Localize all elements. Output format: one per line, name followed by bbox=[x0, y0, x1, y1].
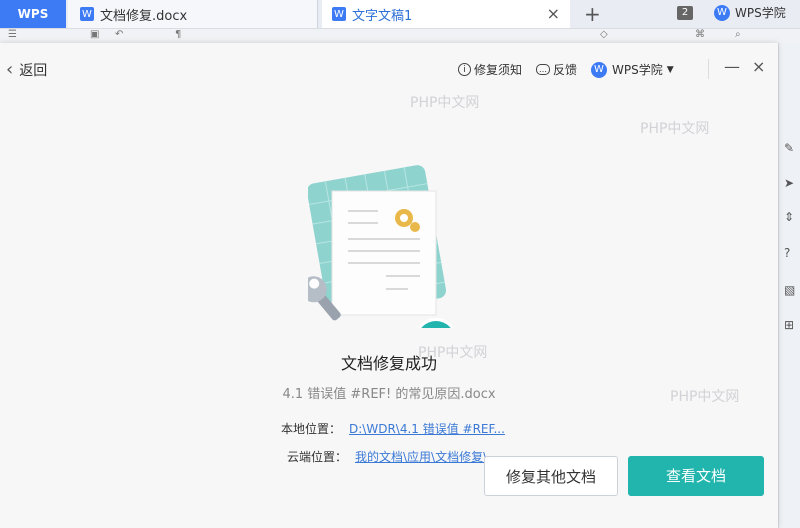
local-location-label: 本地位置： bbox=[281, 422, 342, 436]
new-tab-button[interactable]: + bbox=[584, 2, 601, 26]
feedback-icon: … bbox=[536, 64, 550, 75]
tab-close-icon[interactable]: × bbox=[547, 4, 560, 23]
info-icon: i bbox=[458, 63, 471, 76]
save-icon[interactable]: ▣ bbox=[90, 29, 99, 40]
wps-college-tab-label: WPS学院 bbox=[735, 6, 786, 20]
undo-icon[interactable]: ↶ bbox=[115, 29, 123, 40]
right-sidebar: ✎ ➤ ⇕ ? ▧ ⊞ bbox=[778, 43, 800, 528]
repair-notice-label: 修复须知 bbox=[474, 63, 523, 77]
back-button[interactable]: ‹ 返回 bbox=[6, 59, 47, 80]
cloud-location-link[interactable]: 我的文档\应用\文档修复\ bbox=[355, 450, 487, 464]
result-filename: 4.1 错误值 #REF! 的常见原因.docx bbox=[282, 387, 496, 402]
share-icon[interactable]: ⌘ bbox=[695, 29, 705, 40]
tab-doc-repair-label: 文档修复.docx bbox=[100, 8, 188, 24]
tab-wps-home[interactable]: WPS bbox=[0, 0, 66, 28]
feedback-button[interactable]: … 反馈 bbox=[536, 61, 577, 78]
dialog-header: ‹ 返回 i 修复须知 … 反馈 W WPS学院 ▼ — × bbox=[0, 43, 778, 95]
close-button[interactable]: × bbox=[752, 57, 765, 76]
tab-text-doc[interactable]: W 文字文稿1 × bbox=[322, 0, 570, 28]
window-count-badge[interactable]: 2 bbox=[677, 6, 693, 20]
feedback-label: 反馈 bbox=[553, 63, 578, 77]
tools-icon[interactable]: ⊞ bbox=[784, 318, 794, 332]
tab-doc-repair[interactable]: W 文档修复.docx bbox=[68, 0, 318, 28]
back-label: 返回 bbox=[19, 62, 48, 79]
caret-down-icon: ▼ bbox=[666, 64, 674, 75]
search-icon[interactable]: ⌕ bbox=[735, 29, 741, 40]
menu-icon[interactable]: ☰ bbox=[8, 29, 17, 40]
tab-text-doc-label: 文字文稿1 bbox=[352, 8, 413, 24]
cloud-location-label: 云端位置： bbox=[287, 450, 348, 464]
repair-notice-button[interactable]: i 修复须知 bbox=[458, 61, 522, 78]
pointer-icon[interactable]: ➤ bbox=[784, 176, 794, 190]
ribbon-toolbar: ☰ ▣ ↶ ¶ ◇ ⌘ ⌕ bbox=[0, 29, 800, 43]
cloud-location-row: 云端位置： 我的文档\应用\文档修复\ bbox=[287, 448, 487, 465]
repair-dialog: ‹ 返回 i 修复须知 … 反馈 W WPS学院 ▼ — × 文档修复成功 4.… bbox=[0, 43, 778, 528]
repair-success-illustration bbox=[308, 165, 455, 328]
pen-icon[interactable]: ✎ bbox=[784, 141, 794, 155]
view-document-button[interactable]: 查看文档 bbox=[628, 456, 764, 496]
minimize-button[interactable]: — bbox=[724, 57, 740, 76]
chevron-left-icon: ‹ bbox=[6, 59, 14, 80]
wps-college-label: WPS学院 bbox=[612, 63, 663, 77]
repair-other-button[interactable]: 修复其他文档 bbox=[484, 456, 618, 496]
format-icon[interactable]: ¶ bbox=[175, 29, 181, 40]
word-doc-icon: W bbox=[80, 7, 94, 21]
header-divider bbox=[708, 59, 709, 79]
adjust-icon[interactable]: ⇕ bbox=[784, 210, 794, 224]
wps-logo-icon: W bbox=[714, 4, 730, 21]
tab-bar: WPS W 文档修复.docx W 文字文稿1 × + 2 W WPS学院 bbox=[0, 0, 800, 29]
comment-icon[interactable]: ◇ bbox=[600, 29, 608, 40]
local-location-link[interactable]: D:\WDR\4.1 错误值 #REF... bbox=[349, 422, 505, 436]
wps-college-dropdown[interactable]: W WPS学院 ▼ bbox=[591, 61, 674, 78]
local-location-row: 本地位置： D:\WDR\4.1 错误值 #REF... bbox=[281, 420, 505, 437]
wps-logo-icon: W bbox=[591, 61, 607, 78]
help-icon[interactable]: ? bbox=[784, 246, 790, 260]
result-title: 文档修复成功 bbox=[340, 354, 437, 373]
word-doc-icon: W bbox=[332, 7, 346, 21]
tab-wps-label: WPS bbox=[17, 7, 49, 21]
image-icon[interactable]: ▧ bbox=[784, 283, 795, 297]
wps-college-tab[interactable]: W WPS学院 bbox=[714, 4, 786, 21]
